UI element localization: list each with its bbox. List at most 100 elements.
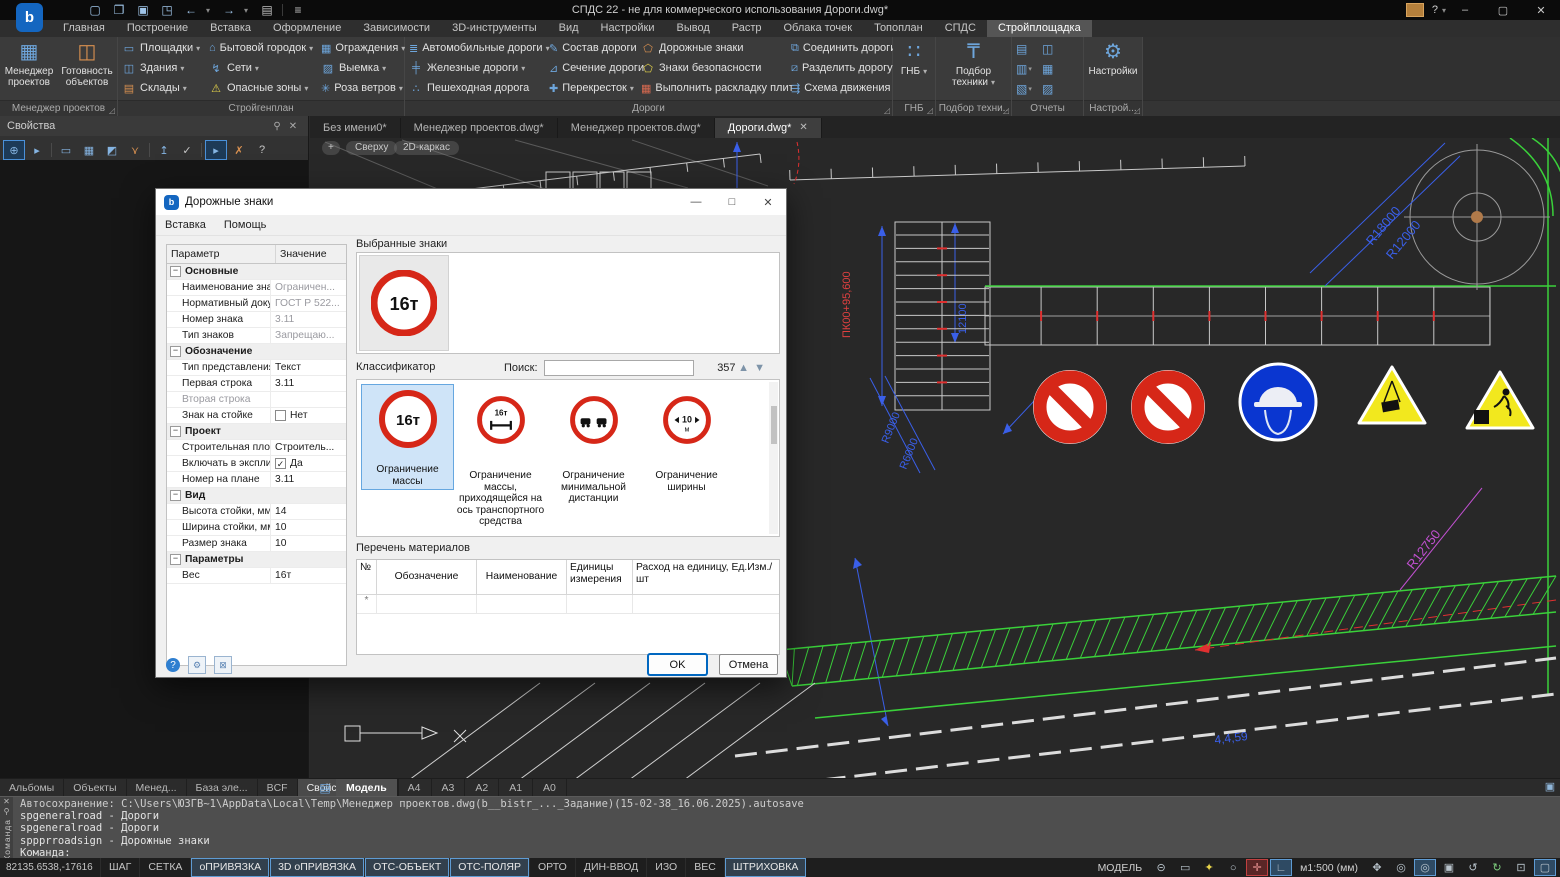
checkbox-checked[interactable]: ✓: [275, 458, 286, 469]
tab-glavnaya[interactable]: Главная: [52, 20, 116, 37]
redo-icon[interactable]: →: [220, 3, 238, 17]
annotation-lock-icon[interactable]: ⊝: [1150, 859, 1172, 876]
window-select-tool[interactable]: ▭: [55, 140, 77, 160]
dialog-maximize-button[interactable]: □: [714, 189, 750, 215]
selection-filter-tool[interactable]: ⋎: [124, 140, 146, 160]
tab-manager[interactable]: Менед...: [127, 779, 187, 797]
tab-postroenie[interactable]: Построение: [116, 20, 199, 37]
grid-row[interactable]: Нормативный документГОСТ Р 522...: [167, 296, 346, 312]
annotation-scale[interactable]: м1:500 (мм): [1294, 862, 1364, 874]
maximize-button[interactable]: ▢: [1484, 0, 1522, 20]
doc-tab-unnamed[interactable]: Без имени0*: [310, 118, 401, 138]
scrollbar-thumb[interactable]: [771, 406, 777, 444]
grid-row[interactable]: Размер знака10: [167, 536, 346, 552]
layouts-icon[interactable]: ▤: [314, 781, 336, 795]
pan-icon[interactable]: ✥: [1366, 859, 1388, 876]
toggle-hatch[interactable]: ШТРИХОВКА: [724, 858, 807, 877]
layout-a1[interactable]: A1: [499, 779, 533, 797]
zoom-object-icon[interactable]: ▣: [1438, 859, 1460, 876]
highlight-cursor-tool[interactable]: ▸: [205, 140, 227, 160]
gnb-button[interactable]: ∷ ГНБ: [893, 37, 935, 100]
dialog-close-button[interactable]: ✕: [750, 189, 786, 215]
close-tab-icon[interactable]: ✕: [799, 118, 807, 138]
undo-dropdown-icon[interactable]: ▾: [206, 6, 214, 15]
redo-dropdown-icon[interactable]: ▾: [244, 6, 252, 15]
prohibition-sign[interactable]: [1033, 370, 1107, 444]
classifier-card-axle-mass[interactable]: 16т Ограничение массы, приходящейся на о…: [454, 384, 547, 536]
grid-row[interactable]: Тип представленияТекст: [167, 360, 346, 376]
project-manager-button[interactable]: ▦ Менеджер проектов: [0, 37, 58, 100]
grid-section[interactable]: −Вид: [167, 488, 346, 504]
space-indicator[interactable]: МОДЕЛЬ: [1092, 862, 1149, 874]
classifier-list[interactable]: 16т Ограничение массы 16т Ограничение ма…: [356, 379, 780, 537]
tab-topoplan[interactable]: Топоплан: [863, 20, 934, 37]
collapse-icon[interactable]: −: [170, 266, 181, 277]
split-road-button[interactable]: ⧄Разделить дорогу: [787, 58, 892, 78]
viewport-view-button[interactable]: Сверху: [346, 141, 397, 155]
selection-cycling-icon[interactable]: ✛: [1246, 859, 1268, 876]
screen-icon[interactable]: ▭: [1174, 859, 1196, 876]
crossing-select-tool[interactable]: ▦: [78, 140, 100, 160]
dialog-reset-icon[interactable]: ⊠: [214, 656, 232, 674]
toggle-osnap[interactable]: оПРИВЯЗКА: [190, 858, 269, 877]
toggle-setka[interactable]: СЕТКА: [139, 858, 190, 877]
tab-vid[interactable]: Вид: [548, 20, 590, 37]
sites-button[interactable]: ▭Площадки: [118, 38, 205, 58]
grid-row[interactable]: Тип знаковЗапрещаю...: [167, 328, 346, 344]
pick-point-tool[interactable]: ↥: [153, 140, 175, 160]
dialog-title-bar[interactable]: b Дорожные знаки — □ ✕: [156, 189, 786, 215]
report-icon-5[interactable]: ▧▾: [1016, 79, 1042, 99]
tray-corner-icon[interactable]: ▣: [1542, 780, 1558, 796]
dialog-minimize-button[interactable]: —: [678, 189, 714, 215]
grid-section[interactable]: −Параметры: [167, 552, 346, 568]
hard-hat-sign[interactable]: [1240, 364, 1316, 440]
parameter-grid[interactable]: Параметр Значение −Основные Наименование…: [166, 244, 347, 666]
road-structure-button[interactable]: ✎Состав дороги: [545, 38, 637, 58]
road-section-button[interactable]: ⊿Сечение дороги: [545, 58, 637, 78]
layout-a4[interactable]: A4: [398, 779, 432, 797]
toggle-shag[interactable]: ШАГ: [100, 858, 139, 877]
tab-vyvod[interactable]: Вывод: [665, 20, 720, 37]
append-selection-tool[interactable]: ⊕: [3, 140, 25, 160]
dialog-launcher-icon[interactable]: ◿: [884, 106, 890, 115]
grid-row[interactable]: Номер знака3.11: [167, 312, 346, 328]
dialog-settings-icon[interactable]: ⚙: [188, 656, 206, 674]
toggle-3d-osnap[interactable]: 3D оПРИВЯЗКА: [269, 858, 364, 877]
close-icon[interactable]: ✕: [285, 121, 301, 132]
tab-rastr[interactable]: Растр: [721, 20, 773, 37]
fences-button[interactable]: ▦Ограждения: [317, 38, 404, 58]
buildings-button[interactable]: ◫Здания: [118, 58, 205, 78]
checkbox-unchecked[interactable]: [275, 410, 286, 421]
minimize-button[interactable]: –: [1446, 0, 1484, 20]
report-icon-6[interactable]: ▨: [1042, 79, 1064, 99]
toggle-ortho[interactable]: ОРТО: [529, 858, 575, 877]
doc-tab-manager-1[interactable]: Менеджер проектов.dwg*: [401, 118, 558, 138]
falling-load-warning-sign[interactable]: [1359, 367, 1425, 423]
intersection-button[interactable]: ✚Перекресток: [545, 78, 637, 98]
undo-icon[interactable]: ←: [182, 3, 200, 17]
classifier-card-min-distance[interactable]: Ограничение минимальной дистанции: [547, 384, 640, 536]
tab-oblaka-tochek[interactable]: Облака точек: [773, 20, 864, 37]
orbit-icon[interactable]: ↺: [1462, 859, 1484, 876]
grid-row[interactable]: Первая строка3.11: [167, 376, 346, 392]
collapse-icon[interactable]: −: [170, 426, 181, 437]
customize-qat-icon[interactable]: ≡: [289, 3, 307, 17]
report-icon-1[interactable]: ▤: [1016, 39, 1042, 59]
dialog-launcher-icon[interactable]: ◿: [109, 106, 115, 115]
apply-selection-tool[interactable]: ✓: [176, 140, 198, 160]
camp-button[interactable]: ⌂Бытовой городок: [205, 38, 317, 58]
tab-albums[interactable]: Альбомы: [0, 779, 64, 797]
tab-element-base[interactable]: База эле...: [187, 779, 258, 797]
tab-vstavka[interactable]: Вставка: [199, 20, 262, 37]
menu-help[interactable]: Помощь: [215, 219, 276, 231]
toggle-otrack-object[interactable]: ОТС-ОБЪЕКТ: [364, 858, 449, 877]
toggle-lineweight[interactable]: ВЕС: [685, 858, 724, 877]
safety-signs-button[interactable]: ⬠Знаки безопасности: [637, 58, 787, 78]
grid-row[interactable]: Знак на стойкеНет: [167, 408, 346, 424]
invert-selection-tool[interactable]: ◩: [101, 140, 123, 160]
layout-a2[interactable]: A2: [465, 779, 499, 797]
join-roads-button[interactable]: ⧉Соединить дороги: [787, 38, 892, 58]
grid-row[interactable]: Вес16т: [167, 568, 346, 584]
tab-oformlenie[interactable]: Оформление: [262, 20, 352, 37]
toggle-iso[interactable]: ИЗО: [646, 858, 685, 877]
